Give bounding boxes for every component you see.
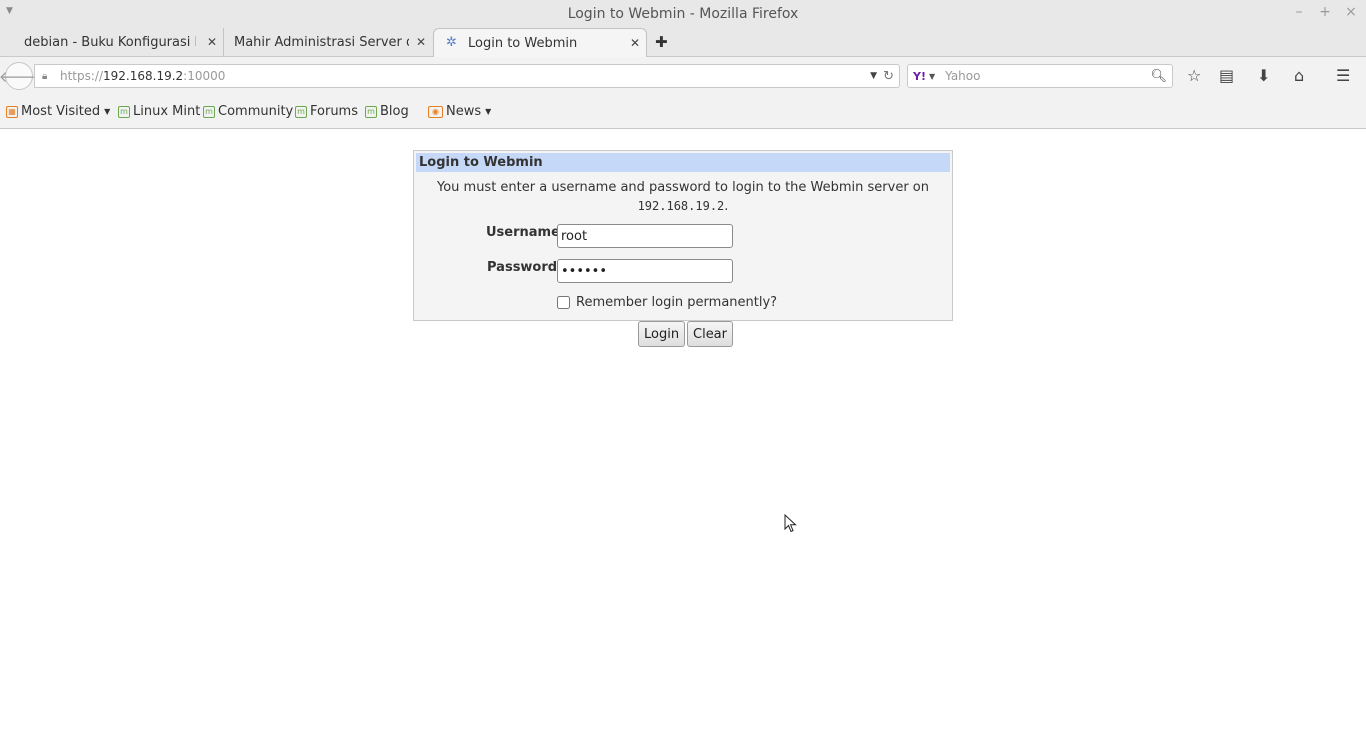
url-host: 192.168.19.2 xyxy=(103,69,184,83)
new-tab-icon[interactable]: ✚ xyxy=(655,33,668,51)
server-address: 192.168.19.2 xyxy=(637,199,725,213)
engine-dropdown-icon[interactable]: ▼ xyxy=(929,72,935,81)
bookmark-blog[interactable]: m Blog xyxy=(365,104,409,119)
bookmark-most-visited[interactable]: ▦ Most Visited ▼ xyxy=(6,104,110,119)
window-titlebar: ▼ Login to Webmin - Mozilla Firefox – + … xyxy=(0,0,1366,28)
mint-icon: m xyxy=(295,105,307,118)
tab-close-icon[interactable]: ✕ xyxy=(207,35,217,49)
lock-icon: 🔒︎ xyxy=(42,70,48,82)
url-port: :10000 xyxy=(183,69,226,83)
search-input[interactable] xyxy=(943,68,1148,84)
search-icon[interactable]: 🔍︎ xyxy=(1150,69,1167,84)
download-icon[interactable]: ⬇ xyxy=(1257,66,1270,85)
reload-icon[interactable]: ↻ xyxy=(883,69,894,84)
url-scheme: https:// xyxy=(60,69,104,83)
search-bar: Y! ▼ 🔍︎ xyxy=(907,64,1173,88)
chevron-down-icon: ▼ xyxy=(485,107,492,116)
password-label: Password xyxy=(487,260,558,275)
rss-icon: ◉ xyxy=(428,105,443,118)
mint-icon: m xyxy=(118,105,130,118)
bookmarks-toolbar: ▦ Most Visited ▼ m Linux Mint m Communit… xyxy=(0,95,1366,129)
window-menu-icon[interactable]: ▼ xyxy=(6,6,13,16)
mint-icon: m xyxy=(203,105,215,118)
remember-label: Remember login permanently? xyxy=(576,295,778,310)
minimize-icon[interactable]: – xyxy=(1292,4,1306,20)
login-message: You must enter a username and password t… xyxy=(414,178,952,216)
bookmark-forums[interactable]: m Forums xyxy=(295,104,358,119)
tab-close-icon[interactable]: ✕ xyxy=(630,36,640,50)
tab-mahir[interactable]: Mahir Administrasi Server da... ✕ xyxy=(224,28,432,56)
most-visited-icon: ▦ xyxy=(6,105,18,118)
webmin-favicon-icon: ✲ xyxy=(446,35,457,50)
window-title: Login to Webmin - Mozilla Firefox xyxy=(567,6,799,22)
address-bar[interactable]: 🔒︎ https://192.168.19.2:10000 ▼ ↻ xyxy=(34,64,900,88)
bookmark-label: Blog xyxy=(380,104,409,119)
mint-icon: m xyxy=(365,105,377,118)
clear-button[interactable]: Clear xyxy=(687,321,733,347)
tab-strip: debian - Buku Konfigurasi De... ✕ Mahir … xyxy=(0,28,1366,57)
tab-label: Login to Webmin xyxy=(468,35,578,51)
tab-debian[interactable]: debian - Buku Konfigurasi De... ✕ xyxy=(0,28,224,56)
tab-label: debian - Buku Konfigurasi De... xyxy=(24,34,196,50)
home-icon[interactable]: ⌂ xyxy=(1294,66,1304,85)
bookmark-label: Most Visited xyxy=(21,104,101,119)
tab-login-webmin[interactable]: ✲ Login to Webmin ✕ xyxy=(433,28,647,57)
login-message-text: You must enter a username and password t… xyxy=(436,180,930,195)
bookmark-community[interactable]: m Community xyxy=(203,104,293,119)
url-text[interactable]: https://192.168.19.2:10000 xyxy=(60,69,225,83)
maximize-icon[interactable]: + xyxy=(1318,4,1332,20)
close-window-icon[interactable]: × xyxy=(1344,4,1358,20)
bookmark-label: Forums xyxy=(310,104,358,119)
url-history-dropdown-icon[interactable]: ▼ xyxy=(870,71,877,81)
yahoo-engine-icon[interactable]: Y! xyxy=(913,70,926,83)
username-field[interactable] xyxy=(557,224,733,248)
bookmark-linux-mint[interactable]: m Linux Mint xyxy=(118,104,200,119)
bookmark-news[interactable]: ◉ News ▼ xyxy=(428,104,491,119)
bookmark-label: Community xyxy=(218,104,294,119)
reading-list-icon[interactable]: ▤ xyxy=(1219,66,1234,85)
remember-checkbox[interactable] xyxy=(557,296,570,309)
mouse-pointer-icon xyxy=(784,514,797,533)
password-field[interactable] xyxy=(557,259,733,283)
bookmark-star-icon[interactable]: ☆ xyxy=(1187,66,1201,85)
login-button[interactable]: Login xyxy=(638,321,686,347)
username-label: Username xyxy=(486,225,560,240)
login-heading: Login to Webmin xyxy=(416,153,950,172)
tab-close-icon[interactable]: ✕ xyxy=(416,35,426,49)
login-message-end: . xyxy=(724,199,729,214)
navigation-bar: 🡐 🔒︎ https://192.168.19.2:10000 ▼ ↻ Y! ▼… xyxy=(0,57,1366,95)
menu-icon[interactable]: ☰ xyxy=(1336,66,1350,85)
back-button[interactable]: 🡐 xyxy=(0,62,39,90)
window-controls: – + × xyxy=(1292,4,1358,20)
tab-label: Mahir Administrasi Server da... xyxy=(234,34,409,50)
remember-login[interactable]: Remember login permanently? xyxy=(557,295,777,310)
bookmark-label: Linux Mint xyxy=(133,104,201,119)
bookmark-label: News xyxy=(446,104,482,119)
login-panel: Login to Webmin You must enter a usernam… xyxy=(413,150,953,321)
chevron-down-icon: ▼ xyxy=(104,107,111,116)
